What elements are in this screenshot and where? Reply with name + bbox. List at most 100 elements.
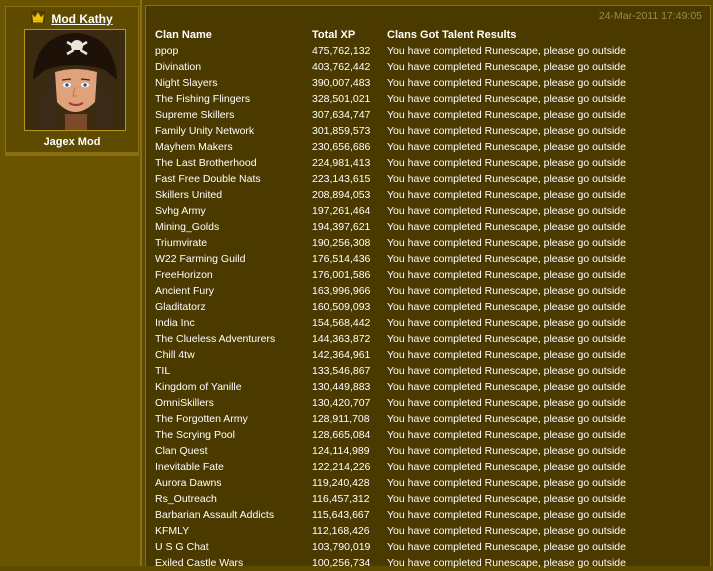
result-cell: You have completed Runescape, please go … [387,109,626,121]
clan-name-cell: The Clueless Adventurers [155,333,276,345]
total-xp-cell: 403,762,442 [312,61,371,73]
clan-name-cell: Barbarian Assault Addicts [155,509,275,521]
column-header-results: Clans Got Talent Results [387,29,517,41]
total-xp-cell: 230,656,686 [312,141,371,153]
total-xp-cell: 122,214,226 [312,461,371,473]
user-info-box: Mod Kathy Jagex Mod [5,6,139,153]
user-sidebar: Mod Kathy Jagex Mod [0,0,142,566]
clan-name-cell: Rs_Outreach [155,493,217,505]
total-xp-cell: 112,168,426 [312,525,370,537]
result-cell: You have completed Runescape, please go … [387,173,626,185]
clan-name-cell: Exiled Castle Wars [155,557,244,569]
total-xp-cell: 328,501,021 [312,93,371,105]
post-content: 24-Mar-2011 17:49:05 Clan Name Total XP … [145,5,711,569]
total-xp-cell: 116,457,312 [312,493,370,505]
clan-name-cell: TIL [155,365,171,377]
result-cell: You have completed Runescape, please go … [387,509,626,521]
clan-name-cell: Supreme Skillers [155,109,235,121]
clan-name-cell: The Forgotten Army [155,413,248,425]
result-cell: You have completed Runescape, please go … [387,461,626,473]
total-xp-cell: 144,363,872 [312,333,371,345]
result-cell: You have completed Runescape, please go … [387,61,626,73]
total-xp-cell: 160,509,093 [312,301,371,313]
clan-name-cell: Kingdom of Yanille [155,381,242,393]
clan-name-cell: U S G Chat [155,541,209,553]
clan-name-cell: FreeHorizon [155,269,213,281]
clan-name-cell: Family Unity Network [155,125,255,137]
result-cell: You have completed Runescape, please go … [387,253,626,265]
result-cell: You have completed Runescape, please go … [387,445,626,457]
result-cell: You have completed Runescape, please go … [387,269,626,281]
result-cell: You have completed Runescape, please go … [387,285,626,297]
clan-name-cell: Triumvirate [155,237,208,249]
result-cell: You have completed Runescape, please go … [387,221,626,233]
total-xp-cell: 142,364,961 [312,349,371,361]
result-cell: You have completed Runescape, please go … [387,349,626,361]
total-xp-cell: 130,420,707 [312,397,371,409]
result-cell: You have completed Runescape, please go … [387,413,626,425]
result-cell: You have completed Runescape, please go … [387,157,626,169]
result-cell: You have completed Runescape, please go … [387,333,626,345]
total-xp-cell: 124,114,989 [312,445,370,457]
total-xp-cell: 154,568,442 [312,317,371,329]
result-cell: You have completed Runescape, please go … [387,237,626,249]
total-xp-cell: 130,449,883 [312,381,371,393]
clan-name-cell: Svhg Army [155,205,206,217]
result-cell: You have completed Runescape, please go … [387,93,626,105]
clan-name-cell: Mining_Golds [155,221,220,233]
sidebar-divider [5,153,139,156]
total-xp-cell: 115,643,667 [312,509,370,521]
total-xp-cell: 208,894,053 [312,189,371,201]
total-xp-cell: 197,261,464 [312,205,371,217]
result-cell: You have completed Runescape, please go … [387,141,626,153]
total-xp-cell: 301,859,573 [312,125,371,137]
clan-name-cell: Gladitatorz [155,301,206,313]
total-xp-cell: 133,546,867 [312,365,371,377]
total-xp-cell: 224,981,413 [312,157,371,169]
total-xp-cell: 307,634,747 [312,109,371,121]
clan-name-cell: The Fishing Flingers [155,93,251,105]
clan-name-cell: Night Slayers [155,77,218,89]
clan-name-cell: W22 Farming Guild [155,253,246,265]
clan-name-cell: Ancient Fury [155,285,214,297]
post-timestamp: 24-Mar-2011 17:49:05 [598,10,702,22]
clan-name-cell: Aurora Dawns [155,477,222,489]
clan-name-cell: KFMLY [155,525,190,537]
total-xp-cell: 128,911,708 [312,413,370,425]
clan-name-cell: ppop [155,45,179,57]
total-xp-cell: 390,007,483 [312,77,371,89]
clan-name-cell: The Last Brotherhood [155,157,257,169]
crown-icon [31,10,46,28]
result-cell: You have completed Runescape, please go … [387,189,626,201]
result-cell: You have completed Runescape, please go … [387,493,626,505]
result-cell: You have completed Runescape, please go … [387,365,626,377]
total-xp-cell: 223,143,615 [312,173,371,185]
total-xp-cell: 103,790,019 [312,541,371,553]
column-header-total-xp: Total XP [312,29,356,41]
clan-name-cell: Fast Free Double Nats [155,173,261,185]
total-xp-cell: 194,397,621 [312,221,371,233]
total-xp-cell: 190,256,308 [312,237,371,249]
clan-name-cell: Divination [155,61,202,73]
clan-name-cell: Clan Quest [155,445,208,457]
clan-name-cell: OmniSkillers [155,397,214,409]
total-xp-cell: 475,762,132 [312,45,371,57]
result-cell: You have completed Runescape, please go … [387,429,626,441]
username-link[interactable]: Mod Kathy [51,12,112,26]
result-cell: You have completed Runescape, please go … [387,525,626,537]
clan-name-cell: Chill 4tw [155,349,195,361]
column-header-clan-name: Clan Name [155,29,212,41]
clan-name-cell: India Inc [155,317,195,329]
avatar [24,29,126,131]
result-cell: You have completed Runescape, please go … [387,301,626,313]
total-xp-cell: 176,001,586 [312,269,371,281]
result-cell: You have completed Runescape, please go … [387,381,626,393]
total-xp-cell: 128,665,084 [312,429,371,441]
result-cell: You have completed Runescape, please go … [387,397,626,409]
total-xp-cell: 100,256,734 [312,557,371,569]
result-cell: You have completed Runescape, please go … [387,317,626,329]
clan-name-cell: Inevitable Fate [155,461,224,473]
clan-name-cell: Mayhem Makers [155,141,233,153]
result-cell: You have completed Runescape, please go … [387,45,626,57]
total-xp-cell: 119,240,428 [312,477,370,489]
